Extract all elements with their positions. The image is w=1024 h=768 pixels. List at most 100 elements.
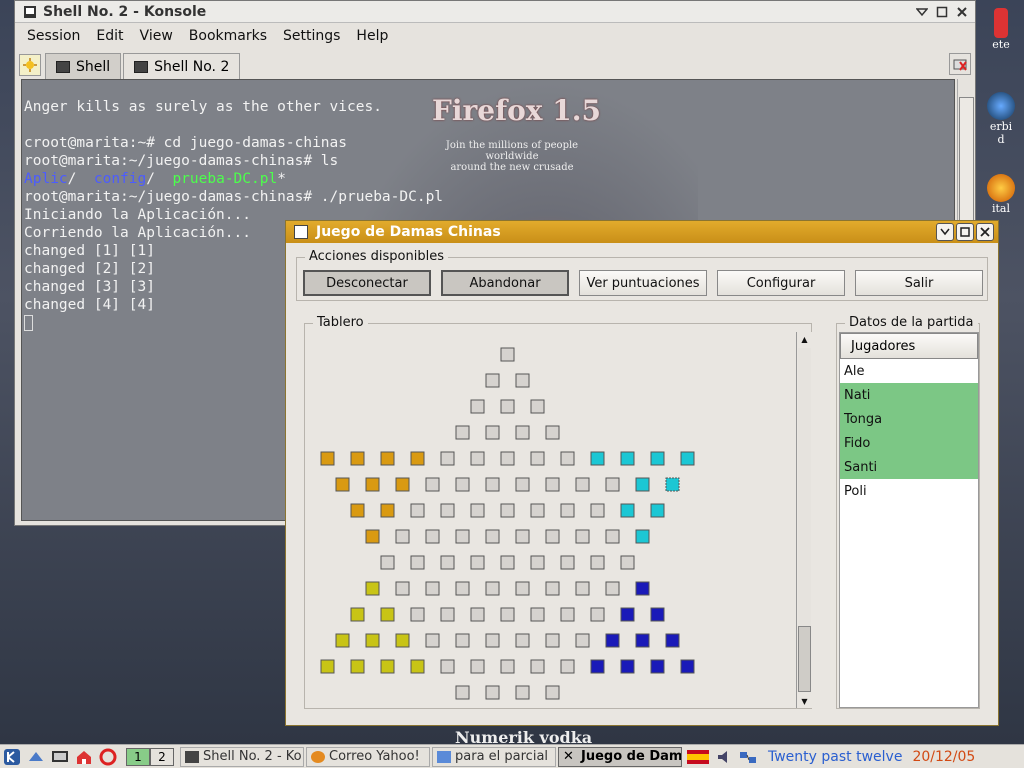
board-piece[interactable] [365, 529, 380, 544]
board-hole[interactable] [560, 607, 575, 622]
board-piece[interactable] [620, 607, 635, 622]
board-piece[interactable] [350, 451, 365, 466]
board-hole[interactable] [425, 529, 440, 544]
board-hole[interactable] [470, 607, 485, 622]
board-piece[interactable] [395, 477, 410, 492]
kde-menu-button[interactable] [2, 748, 22, 766]
board-hole[interactable] [455, 529, 470, 544]
board-hole[interactable] [485, 633, 500, 648]
menu-edit[interactable]: Edit [88, 28, 131, 44]
board-hole[interactable] [410, 503, 425, 518]
board-piece[interactable] [350, 503, 365, 518]
board-hole[interactable] [425, 477, 440, 492]
board-piece[interactable] [365, 477, 380, 492]
board-hole[interactable] [605, 477, 620, 492]
board-piece[interactable] [650, 503, 665, 518]
board-hole[interactable] [500, 451, 515, 466]
scrollbar-thumb[interactable] [798, 626, 811, 692]
board-piece[interactable] [635, 477, 650, 492]
board-hole[interactable] [515, 373, 530, 388]
board-hole[interactable] [605, 581, 620, 596]
board-hole[interactable] [575, 477, 590, 492]
home-launcher[interactable] [74, 748, 94, 766]
board-piece[interactable] [590, 451, 605, 466]
board-hole[interactable] [500, 399, 515, 414]
board-piece[interactable] [380, 659, 395, 674]
board-hole[interactable] [500, 555, 515, 570]
board-piece[interactable] [665, 633, 680, 648]
board-hole[interactable] [530, 555, 545, 570]
menu-session[interactable]: Session [19, 28, 88, 44]
board-piece[interactable] [635, 529, 650, 544]
disconnect-button[interactable]: Desconectar [303, 270, 431, 296]
menu-bookmarks[interactable]: Bookmarks [181, 28, 275, 44]
board-hole[interactable] [530, 503, 545, 518]
konsole-titlebar[interactable]: Shell No. 2 - Konsole [15, 1, 975, 23]
board-hole[interactable] [545, 425, 560, 440]
board-piece[interactable] [320, 659, 335, 674]
board-hole[interactable] [395, 581, 410, 596]
desktop-icon-trash[interactable]: ete [978, 8, 1024, 51]
game-titlebar[interactable]: Juego de Damas Chinas [286, 221, 998, 243]
new-session-button[interactable] [19, 54, 41, 76]
board-piece[interactable] [635, 581, 650, 596]
menu-help[interactable]: Help [348, 28, 396, 44]
board-piece[interactable] [680, 451, 695, 466]
date[interactable]: 20/12/05 [912, 749, 975, 765]
board-piece[interactable] [650, 607, 665, 622]
board-hole[interactable] [470, 399, 485, 414]
scroll-up-arrow[interactable]: ▲ [797, 332, 812, 346]
configure-button[interactable]: Configurar [717, 270, 845, 296]
maximize-button[interactable] [956, 223, 974, 241]
tab-shell-no-2[interactable]: Shell No. 2 [123, 53, 241, 79]
player-item[interactable]: Tonga [840, 407, 978, 431]
board-piece[interactable] [590, 659, 605, 674]
board-hole[interactable] [590, 555, 605, 570]
board-hole[interactable] [560, 555, 575, 570]
board-hole[interactable] [620, 555, 635, 570]
board-hole[interactable] [470, 503, 485, 518]
board-hole[interactable] [455, 477, 470, 492]
board-scrollbar[interactable]: ▲ ▼ [796, 332, 812, 708]
players-header[interactable]: Jugadores [840, 333, 978, 359]
board-hole[interactable] [440, 451, 455, 466]
keyboard-layout-indicator[interactable]: ES [686, 748, 710, 766]
board-piece[interactable] [410, 659, 425, 674]
board-hole[interactable] [380, 555, 395, 570]
board-hole[interactable] [425, 633, 440, 648]
board-hole[interactable] [530, 399, 545, 414]
board-hole[interactable] [530, 607, 545, 622]
board-piece[interactable] [365, 633, 380, 648]
board-hole[interactable] [500, 503, 515, 518]
close-button[interactable] [976, 223, 994, 241]
maximize-button[interactable] [933, 3, 951, 21]
scrollbar-track[interactable] [798, 348, 811, 692]
board-hole[interactable] [500, 347, 515, 362]
board-hole[interactable] [560, 503, 575, 518]
board-hole[interactable] [515, 477, 530, 492]
clock[interactable]: Twenty past twelve [768, 749, 902, 765]
board-hole[interactable] [530, 451, 545, 466]
board-piece[interactable] [380, 451, 395, 466]
desktop-icon-firefox[interactable]: ital [978, 174, 1024, 215]
board-piece[interactable] [635, 633, 650, 648]
board-hole[interactable] [470, 555, 485, 570]
board-piece[interactable] [380, 607, 395, 622]
board-hole[interactable] [485, 425, 500, 440]
minimize-button[interactable] [913, 3, 931, 21]
player-item[interactable]: Poli [840, 479, 978, 503]
view-scores-button[interactable]: Ver puntuaciones [579, 270, 707, 296]
board-hole[interactable] [545, 529, 560, 544]
board-piece[interactable] [605, 633, 620, 648]
board-hole[interactable] [560, 659, 575, 674]
board-hole[interactable] [455, 685, 470, 700]
board-piece[interactable] [320, 451, 335, 466]
board-hole[interactable] [395, 529, 410, 544]
board-hole[interactable] [545, 581, 560, 596]
task-yahoo-mail[interactable]: Correo Yahoo! [306, 746, 430, 767]
board-hole[interactable] [485, 581, 500, 596]
pager-desktop-2[interactable]: 2 [150, 747, 174, 766]
menu-settings[interactable]: Settings [275, 28, 348, 44]
board-hole[interactable] [470, 659, 485, 674]
close-button[interactable] [953, 3, 971, 21]
